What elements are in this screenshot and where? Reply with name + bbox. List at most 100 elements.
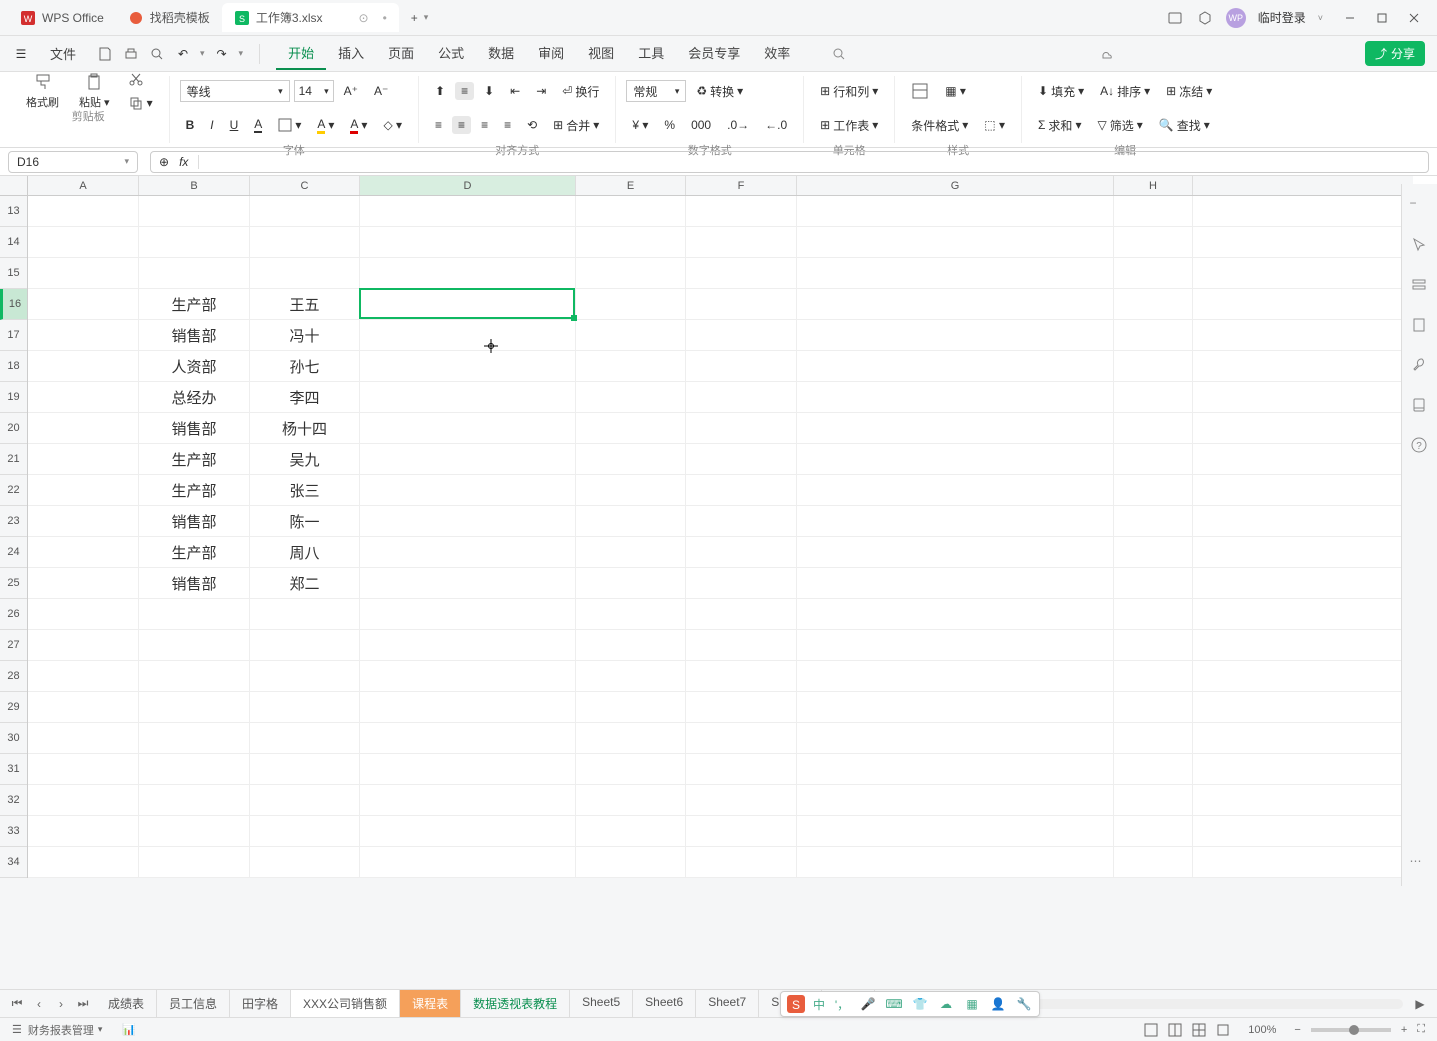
cell-H31[interactable] [1114, 754, 1193, 784]
cell-F24[interactable] [686, 537, 797, 567]
text-color-button[interactable]: A ▾ [344, 115, 373, 136]
sheet-tab-1[interactable]: 员工信息 [157, 990, 230, 1017]
view-fullscreen-icon[interactable] [1216, 1023, 1230, 1037]
cell-C34[interactable] [250, 847, 360, 877]
row-header-27[interactable]: 27 [0, 630, 27, 661]
cell-F14[interactable] [686, 227, 797, 257]
cloud-icon[interactable] [1098, 45, 1116, 63]
filter-button[interactable]: ▽ 筛选 ▾ [1091, 115, 1148, 136]
row-header-33[interactable]: 33 [0, 816, 27, 847]
cell-B18[interactable]: 人资部 [139, 351, 250, 381]
cell-A19[interactable] [28, 382, 139, 412]
row-header-31[interactable]: 31 [0, 754, 27, 785]
increase-indent-icon[interactable]: ⇥ [530, 82, 552, 100]
cell-B22[interactable]: 生产部 [139, 475, 250, 505]
col-header-G[interactable]: G [797, 176, 1114, 195]
copy-icon[interactable]: ▾ [122, 93, 159, 113]
cell-H21[interactable] [1114, 444, 1193, 474]
freeze-button[interactable]: ⊞ 冻结 ▾ [1160, 81, 1218, 102]
cell-E27[interactable] [576, 630, 686, 660]
cell-H28[interactable] [1114, 661, 1193, 691]
cut-icon[interactable] [122, 69, 159, 89]
cell-F21[interactable] [686, 444, 797, 474]
clipboard-icon[interactable] [1410, 316, 1430, 336]
cell-F22[interactable] [686, 475, 797, 505]
cell-D25[interactable] [360, 568, 576, 598]
cell-D28[interactable] [360, 661, 576, 691]
cell-D15[interactable] [360, 258, 576, 288]
row-header-25[interactable]: 25 [0, 568, 27, 599]
cell-E24[interactable] [576, 537, 686, 567]
comma-icon[interactable]: 000 [685, 116, 717, 134]
cell-E13[interactable] [576, 196, 686, 226]
sum-button[interactable]: Σ 求和 ▾ [1032, 115, 1087, 136]
cell-G29[interactable] [797, 692, 1114, 722]
cell-A21[interactable] [28, 444, 139, 474]
more-icon[interactable]: ⋯ [1410, 854, 1430, 874]
file-menu[interactable]: 文件 [38, 38, 88, 69]
cell-B34[interactable] [139, 847, 250, 877]
cell-A13[interactable] [28, 196, 139, 226]
ime-mic-icon[interactable]: 🎤 [859, 995, 877, 1013]
cell-E17[interactable] [576, 320, 686, 350]
grid-body[interactable]: 生产部王五销售部冯十人资部孙七总经办李四销售部杨十四生产部吴九生产部张三销售部陈… [28, 196, 1413, 878]
cell-H27[interactable] [1114, 630, 1193, 660]
cell-C22[interactable]: 张三 [250, 475, 360, 505]
col-header-C[interactable]: C [250, 176, 360, 195]
pointer-icon[interactable] [1410, 236, 1430, 256]
cell-C33[interactable] [250, 816, 360, 846]
row-header-16[interactable]: 16 [0, 289, 27, 320]
ime-keyboard-icon[interactable]: ⌨ [885, 995, 903, 1013]
close-button[interactable] [1407, 11, 1421, 25]
sheet-tab-6[interactable]: Sheet5 [570, 990, 633, 1017]
cell-E30[interactable] [576, 723, 686, 753]
cell-D26[interactable] [360, 599, 576, 629]
menu-会员专享[interactable]: 会员专享 [676, 37, 752, 70]
login-label[interactable]: 临时登录 [1258, 9, 1306, 26]
cell-A22[interactable] [28, 475, 139, 505]
table-format-icon[interactable] [905, 80, 935, 102]
menu-公式[interactable]: 公式 [426, 37, 476, 70]
cell-F30[interactable] [686, 723, 797, 753]
cell-D27[interactable] [360, 630, 576, 660]
cell-D30[interactable] [360, 723, 576, 753]
cell-A34[interactable] [28, 847, 139, 877]
prev-sheet-icon[interactable]: ‹ [30, 995, 48, 1013]
decrease-font-icon[interactable]: A⁻ [368, 82, 394, 100]
col-header-F[interactable]: F [686, 176, 797, 195]
cell-A14[interactable] [28, 227, 139, 257]
cell-A20[interactable] [28, 413, 139, 443]
cell-B19[interactable]: 总经办 [139, 382, 250, 412]
cell-H18[interactable] [1114, 351, 1193, 381]
cell-A24[interactable] [28, 537, 139, 567]
ime-cloud-icon[interactable]: ☁ [937, 995, 955, 1013]
row-header-18[interactable]: 18 [0, 351, 27, 382]
underline-button[interactable]: U [224, 116, 245, 134]
col-header-H[interactable]: H [1114, 176, 1193, 195]
cell-G32[interactable] [797, 785, 1114, 815]
cell-G24[interactable] [797, 537, 1114, 567]
orientation-icon[interactable]: ⟲ [521, 116, 543, 134]
maximize-button[interactable] [1375, 11, 1389, 25]
menu-数据[interactable]: 数据 [476, 37, 526, 70]
cell-B15[interactable] [139, 258, 250, 288]
bold-button[interactable]: B [180, 116, 201, 134]
row-header-14[interactable]: 14 [0, 227, 27, 258]
row-header-20[interactable]: 20 [0, 413, 27, 444]
cell-C25[interactable]: 郑二 [250, 568, 360, 598]
tab-close-icon[interactable]: • [383, 11, 387, 25]
cell-B30[interactable] [139, 723, 250, 753]
search-icon[interactable] [830, 45, 848, 63]
cell-A32[interactable] [28, 785, 139, 815]
formula-bar[interactable]: ⊕ fx [150, 151, 1429, 173]
zoom-label[interactable]: 100% [1240, 1024, 1284, 1036]
cell-E23[interactable] [576, 506, 686, 536]
cell-B16[interactable]: 生产部 [139, 289, 250, 319]
cell-D20[interactable] [360, 413, 576, 443]
cell-E21[interactable] [576, 444, 686, 474]
cell-E18[interactable] [576, 351, 686, 381]
cell-A17[interactable] [28, 320, 139, 350]
file-tab[interactable]: S 工作簿3.xlsx ⊙ • [222, 3, 399, 32]
wrench-icon[interactable] [1410, 356, 1430, 376]
cell-G34[interactable] [797, 847, 1114, 877]
